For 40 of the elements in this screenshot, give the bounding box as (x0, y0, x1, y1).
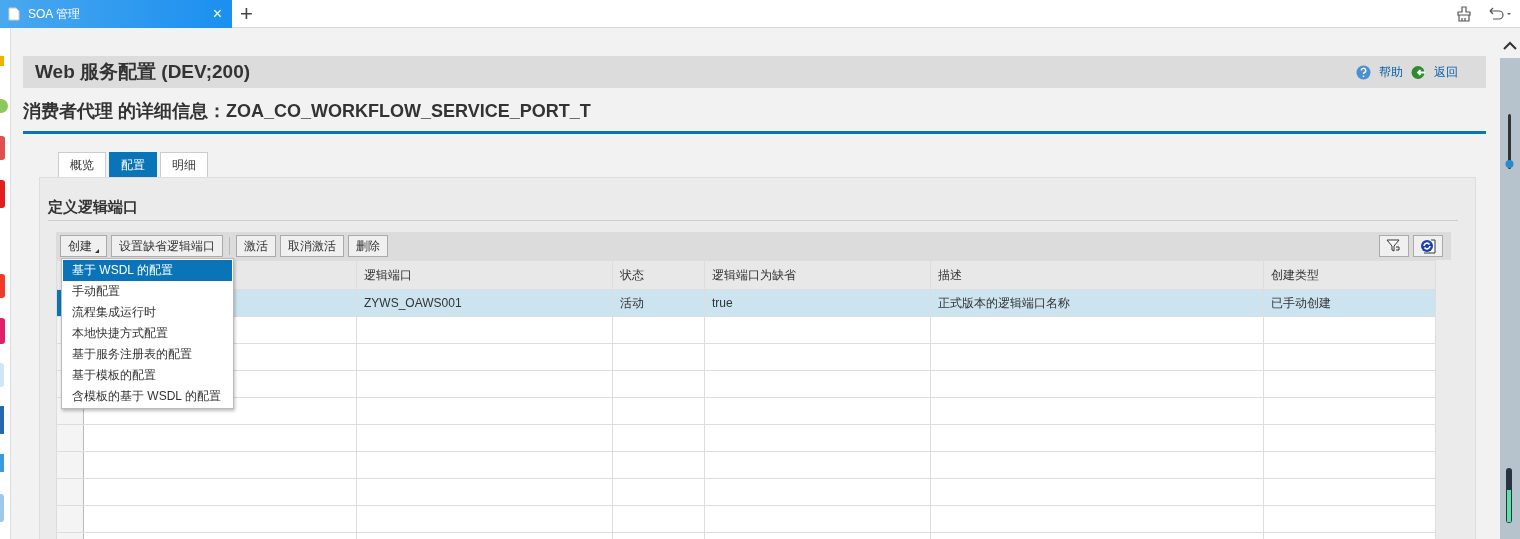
menu-item[interactable]: 流程集成运行时 (63, 301, 232, 323)
column-header[interactable]: 描述 (930, 260, 1264, 289)
column-header[interactable]: 创建类型 (1263, 260, 1436, 289)
table-cell: 活动 (612, 289, 705, 316)
toolbar-button[interactable]: 取消激活 (280, 234, 344, 257)
table-cell: ZYWS_OAWS001 (356, 289, 613, 316)
back-link[interactable]: 返回 (1434, 63, 1458, 81)
menu-item[interactable]: 基于模板的配置 (63, 364, 232, 386)
menu-item[interactable]: 基于服务注册表的配置 (63, 343, 232, 365)
table-cell: 已手动创建 (1263, 289, 1436, 316)
column-header[interactable]: 逻辑端口为缺省 (704, 260, 931, 289)
menu-item[interactable]: 含模板的基于 WSDL 的配置 (63, 385, 232, 407)
help-link[interactable]: 帮助 (1379, 63, 1403, 81)
create-menu-button[interactable]: 创建 (60, 234, 107, 257)
toolbar-button[interactable]: 删除 (348, 234, 388, 257)
menu-item[interactable]: 基于 WSDL 的配置 (63, 259, 232, 281)
help-icon[interactable] (1356, 64, 1371, 80)
broom-icon[interactable] (1456, 5, 1472, 22)
column-header[interactable]: 逻辑端口 (356, 260, 613, 289)
column-header[interactable]: 状态 (612, 260, 705, 289)
back-icon[interactable] (1411, 64, 1426, 80)
toolbar-button[interactable]: 激活 (236, 234, 276, 257)
detail-heading: 消费者代理 的详细信息：ZOA_CO_WORKFLOW_SERVICE_PORT_T (23, 88, 1486, 134)
undo-icon[interactable] (1488, 6, 1512, 21)
table-cell: 正式版本的逻辑端口名称 (930, 289, 1264, 316)
menu-item[interactable]: 手动配置 (63, 280, 232, 302)
filter-button[interactable] (1379, 234, 1409, 257)
filter-icon (1386, 239, 1402, 254)
toolbar-button[interactable]: 设置缺省逻辑端口 (111, 234, 223, 257)
new-tab-button[interactable]: + (232, 2, 261, 25)
section-title: 定义逻辑端口 (48, 196, 1458, 221)
tab[interactable]: 配置 (109, 152, 157, 177)
tab[interactable]: 明细 (160, 152, 208, 177)
menu-item[interactable]: 本地快捷方式配置 (63, 322, 232, 344)
refresh-icon (1419, 238, 1437, 255)
tab[interactable]: 概览 (58, 152, 106, 177)
table-cell: true (704, 289, 931, 316)
page-title: Web 服务配置 (DEV;200) (35, 59, 251, 84)
refresh-button[interactable] (1413, 234, 1443, 257)
page-icon (8, 6, 20, 21)
